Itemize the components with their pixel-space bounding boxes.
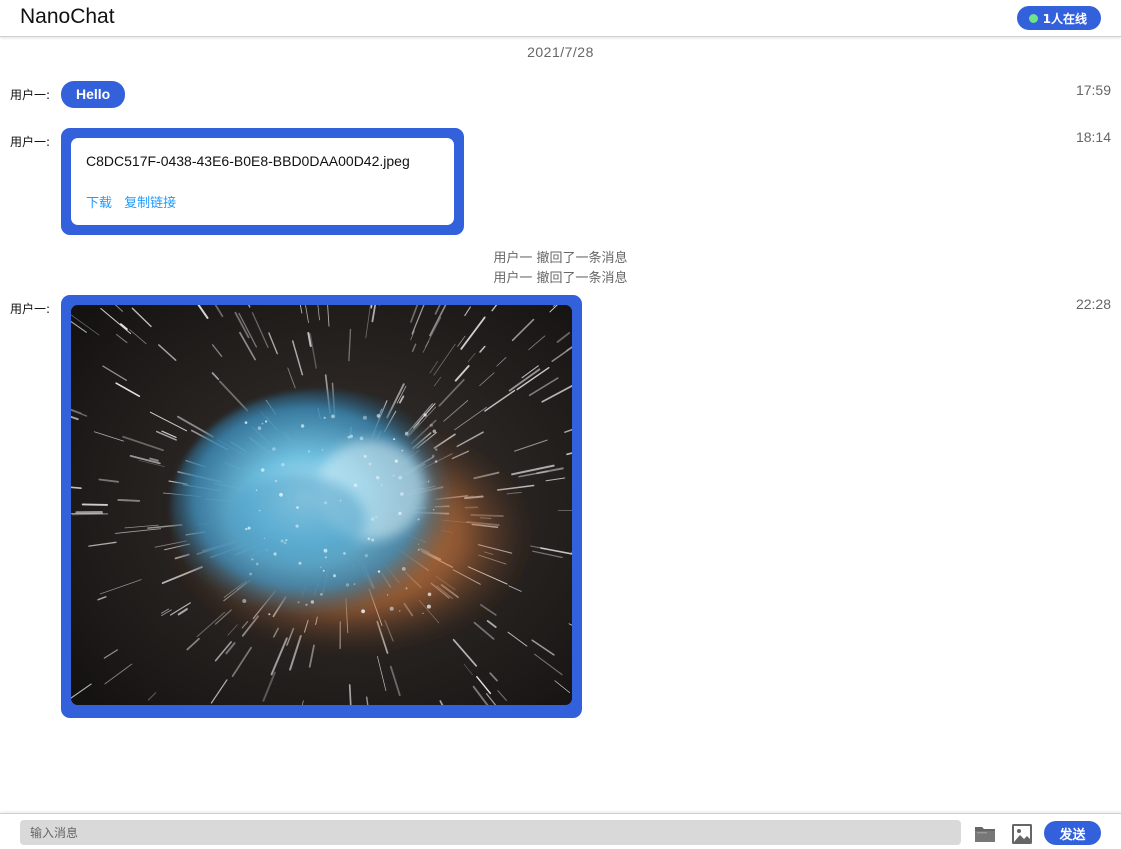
image-icon[interactable] xyxy=(1010,822,1034,846)
text-message-bubble[interactable]: Hello xyxy=(61,81,126,108)
date-separator: 2021/7/28 xyxy=(527,44,594,60)
online-count-label: 1人在线 xyxy=(1042,11,1087,26)
file-message-bubble: C8DC517F-0438-43E6-B0E8-BBD0DAA00D42.jpe… xyxy=(61,128,464,235)
recall-notice: 用户一 撤回了一条消息 xyxy=(493,251,628,266)
recall-notice: 用户一 撤回了一条消息 xyxy=(493,271,628,286)
top-bar: NanoChat 1人在线 xyxy=(0,0,1121,37)
composer-bar: 发送 xyxy=(0,813,1121,849)
image-attachment[interactable] xyxy=(71,305,572,705)
send-button[interactable]: 发送 xyxy=(1044,821,1101,845)
file-name: C8DC517F-0438-43E6-B0E8-BBD0DAA00D42.jpe… xyxy=(86,153,410,169)
message-time: 18:14 xyxy=(1075,129,1111,145)
message-sender: 用户一: xyxy=(10,135,51,149)
message-sender: 用户一: xyxy=(10,88,51,102)
download-link[interactable]: 下载 xyxy=(86,196,112,211)
online-status-badge[interactable]: 1人在线 xyxy=(1016,6,1101,30)
file-actions: 下载 复制链接 xyxy=(86,192,184,211)
copy-link-link[interactable]: 复制链接 xyxy=(124,196,176,211)
message-time: 17:59 xyxy=(1075,82,1111,98)
app-title: NanoChat xyxy=(20,5,115,28)
folder-icon[interactable] xyxy=(973,822,997,846)
message-input[interactable] xyxy=(20,820,961,845)
image-message-bubble xyxy=(61,295,582,718)
chat-app: NanoChat 1人在线 2021/7/28 用户一: Hello 17:59… xyxy=(0,0,1121,849)
online-dot-icon xyxy=(1028,13,1038,23)
file-card: C8DC517F-0438-43E6-B0E8-BBD0DAA00D42.jpe… xyxy=(71,138,454,225)
message-sender: 用户一: xyxy=(10,302,51,316)
nebula-image xyxy=(71,305,572,705)
message-time: 22:28 xyxy=(1075,296,1111,312)
